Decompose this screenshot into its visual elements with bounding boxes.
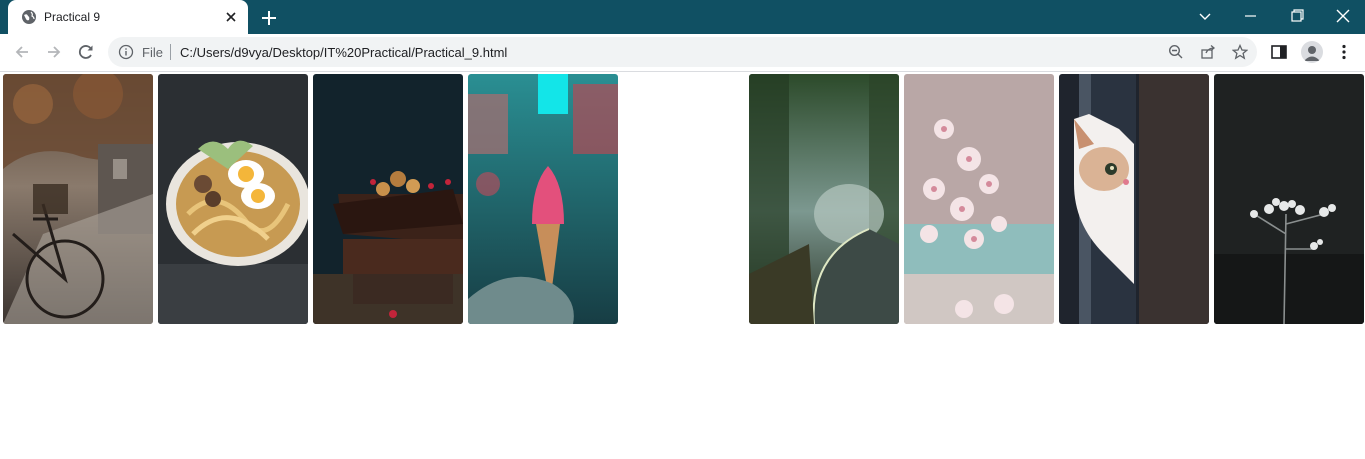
url-text[interactable]: C:/Users/d9vya/Desktop/IT%20Practical/Pr… bbox=[180, 45, 507, 60]
photo-wildflower bbox=[1214, 74, 1364, 324]
reload-icon[interactable] bbox=[76, 42, 96, 62]
photo-gallery bbox=[0, 72, 1365, 459]
restore-icon[interactable] bbox=[1287, 6, 1307, 26]
share-icon[interactable] bbox=[1200, 44, 1216, 60]
forward-arrow-icon[interactable] bbox=[44, 42, 64, 62]
address-bar[interactable]: File C:/Users/d9vya/Desktop/IT%20Practic… bbox=[108, 37, 1257, 67]
photo-ramen bbox=[158, 74, 308, 324]
kebab-menu-icon[interactable] bbox=[1335, 43, 1353, 61]
url-scheme-label: File bbox=[142, 45, 163, 60]
tab-practical-9[interactable]: Practical 9 bbox=[8, 0, 248, 34]
photo-brownie bbox=[313, 74, 463, 324]
photo-bicycle bbox=[3, 74, 153, 324]
zoom-out-icon[interactable] bbox=[1168, 44, 1184, 60]
tab-title: Practical 9 bbox=[44, 10, 101, 24]
photo-cherry-blossom bbox=[904, 74, 1054, 324]
minimize-icon[interactable] bbox=[1241, 6, 1261, 26]
window-close-icon[interactable] bbox=[1333, 6, 1353, 26]
chevron-down-icon[interactable] bbox=[1195, 6, 1215, 26]
back-arrow-icon[interactable] bbox=[12, 42, 32, 62]
address-separator bbox=[170, 44, 171, 60]
photo-ice-cream bbox=[468, 74, 618, 324]
profile-avatar-icon[interactable] bbox=[1301, 41, 1323, 63]
info-icon[interactable] bbox=[118, 44, 134, 60]
plus-icon[interactable] bbox=[259, 8, 279, 28]
photo-kitten bbox=[1059, 74, 1209, 324]
globe-icon bbox=[22, 10, 36, 24]
tab-strip: Practical 9 bbox=[0, 0, 1365, 34]
browser-toolbar: File C:/Users/d9vya/Desktop/IT%20Practic… bbox=[0, 34, 1365, 72]
star-icon[interactable] bbox=[1232, 44, 1248, 60]
side-panel-icon[interactable] bbox=[1270, 43, 1288, 61]
photo-forest-road bbox=[749, 74, 899, 324]
close-icon[interactable] bbox=[223, 9, 239, 25]
